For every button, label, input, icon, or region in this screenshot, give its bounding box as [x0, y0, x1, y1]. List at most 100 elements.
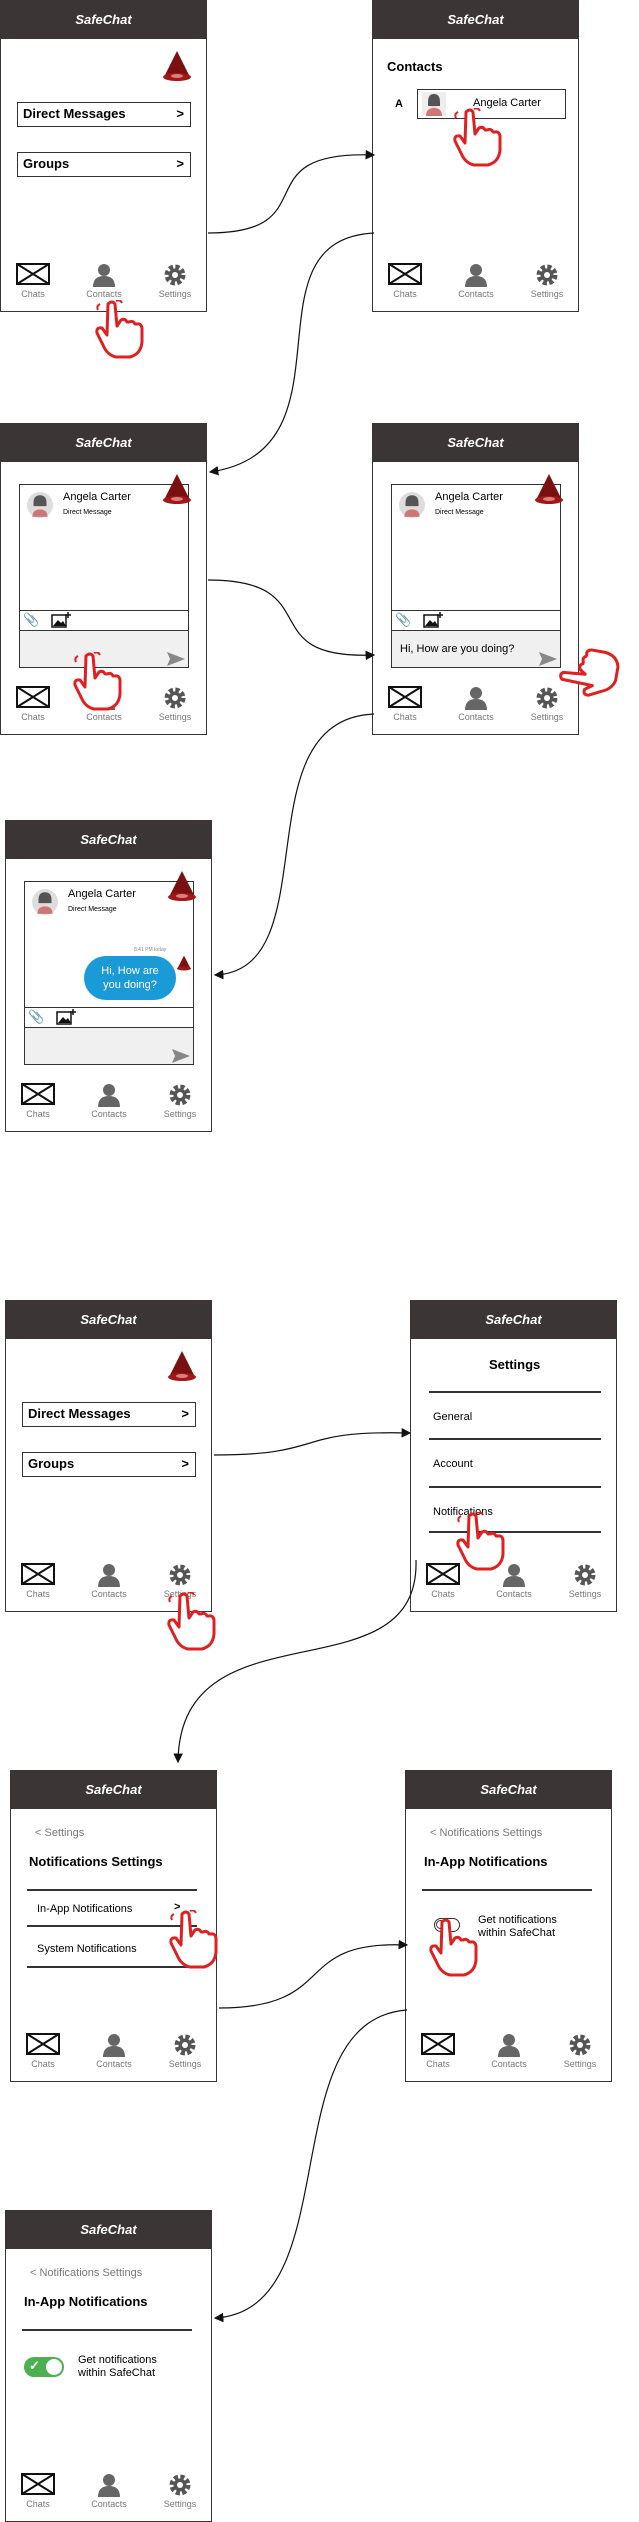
contacts-title: Contacts: [387, 59, 443, 74]
screen-home-settings: SafeChat Direct Messages > Groups > Chat…: [5, 1300, 212, 1612]
chat-contact-name: Angela Carter: [63, 491, 131, 503]
flow-arrow-notifications-to-inapp: [218, 1939, 409, 2009]
person-icon: [498, 2034, 520, 2057]
flow-arrow-inapp-to-toggled: [213, 2009, 408, 2323]
message-input[interactable]: [24, 1027, 194, 1065]
mail-icon: [16, 686, 50, 708]
toggle-label: Get notifications within SafeChat: [478, 1914, 557, 1939]
image-icon[interactable]: [51, 612, 71, 628]
attach-bar: [391, 610, 561, 629]
gear-icon: [169, 1084, 191, 1106]
mail-icon: [26, 2033, 60, 2055]
gear-icon: [574, 1564, 596, 1586]
groups-button[interactable]: Groups >: [17, 152, 191, 177]
flow-arrow-chat-to-typing: [207, 579, 376, 661]
groups-button[interactable]: Groups >: [22, 1452, 196, 1477]
image-icon[interactable]: [56, 1009, 76, 1025]
send-icon[interactable]: [539, 652, 557, 666]
send-icon[interactable]: [167, 652, 185, 666]
direct-messages-label: Direct Messages: [23, 106, 126, 121]
chat-contact-name: Angela Carter: [68, 888, 136, 900]
app-header: SafeChat: [11, 1771, 216, 1809]
bottom-nav: Chats Contacts Settings: [6, 1079, 211, 1121]
divider: [22, 2329, 192, 2331]
divider: [429, 1438, 601, 1440]
settings-item-account[interactable]: Account: [433, 1458, 473, 1470]
tap-hand-icon: [453, 108, 502, 167]
in-app-notifications-title: In-App Notifications: [424, 1854, 548, 1869]
person-icon: [98, 1084, 120, 1107]
contact-avatar-icon: [399, 492, 425, 518]
screen-chat-sent: SafeChat Angela Carter Direct Message 8:…: [5, 820, 212, 1132]
gear-icon: [174, 2034, 196, 2056]
settings-title: Settings: [489, 1357, 541, 1372]
back-link[interactable]: < Settings: [35, 1827, 84, 1839]
groups-label: Groups: [23, 156, 70, 171]
gear-icon: [164, 264, 186, 286]
chat-contact-name: Angela Carter: [435, 491, 503, 503]
message-timestamp: 8:41 PM today: [134, 947, 167, 953]
direct-messages-button[interactable]: Direct Messages >: [22, 1402, 196, 1427]
back-link[interactable]: < Notifications Settings: [30, 2267, 142, 2279]
avatar-icon: [163, 474, 191, 504]
bottom-nav: Chats Contacts Settings: [6, 2469, 211, 2511]
attach-bar: [19, 610, 189, 629]
in-app-notifications-title: In-App Notifications: [24, 2294, 148, 2309]
mail-icon: [388, 263, 422, 285]
person-icon: [98, 1564, 120, 1587]
contact-avatar-icon: [422, 92, 446, 116]
in-app-notifications-label: In-App Notifications: [37, 1903, 133, 1915]
attach-icon[interactable]: 📎: [395, 612, 411, 628]
notifications-settings-title: Notifications Settings: [29, 1854, 163, 1869]
person-icon: [465, 687, 487, 710]
flow-arrows: [173, 149, 417, 2323]
flow-arrow-home-to-contacts: [207, 149, 376, 234]
tap-hand-icon: [456, 1512, 505, 1571]
attach-icon[interactable]: 📎: [28, 1009, 44, 1025]
bottom-nav: Chats Contacts Settings: [373, 259, 578, 301]
gear-icon: [169, 1564, 191, 1586]
bottom-nav: Chats Contacts Settings: [1, 259, 206, 301]
send-icon[interactable]: [172, 1049, 190, 1063]
gear-icon: [536, 264, 558, 286]
tap-hand-icon: [167, 1592, 216, 1651]
check-icon: ✓: [29, 2358, 40, 2373]
sender-avatar-icon: [177, 955, 191, 971]
flow-arrow-home-to-settings: [213, 1427, 412, 1456]
app-header: SafeChat: [373, 424, 578, 462]
mail-icon: [21, 1563, 55, 1585]
divider: [429, 1391, 601, 1393]
direct-messages-button[interactable]: Direct Messages >: [17, 102, 191, 127]
direct-messages-label: Direct Messages: [28, 1406, 131, 1421]
tap-hand-icon: [169, 1910, 218, 1969]
chat-subtitle: Direct Message: [68, 906, 117, 913]
bottom-nav: Chats Contacts Settings: [11, 2029, 216, 2071]
mail-icon: [21, 1083, 55, 1105]
flow-arrow-settings-to-notifications: [173, 1559, 417, 1764]
image-icon[interactable]: [423, 612, 443, 628]
message-input[interactable]: Hi, How are you doing?: [391, 630, 561, 668]
gear-icon: [569, 2034, 591, 2056]
bottom-nav: Chats Contacts Settings: [406, 2029, 611, 2071]
system-notifications-item[interactable]: System Notifications: [37, 1943, 137, 1955]
screen-chat-typing: SafeChat Angela Carter Direct Message 📎 …: [372, 423, 579, 735]
chat-subtitle: Direct Message: [63, 509, 112, 516]
tap-hand-icon: [95, 300, 144, 359]
mail-icon: [388, 686, 422, 708]
mail-icon: [421, 2033, 455, 2055]
notifications-toggle[interactable]: ✓: [24, 2357, 64, 2377]
person-icon: [98, 2474, 120, 2497]
flow-arrow-typing-to-sent: [213, 713, 375, 980]
chevron-right-icon: >: [181, 1456, 189, 1471]
bottom-nav: Chats Contacts Settings: [411, 1559, 616, 1601]
index-letter: A: [395, 98, 403, 110]
attach-icon[interactable]: 📎: [23, 612, 39, 628]
sent-message-text: Hi, How are you doing?: [101, 965, 159, 991]
groups-label: Groups: [28, 1456, 75, 1471]
settings-item-general[interactable]: General: [433, 1411, 472, 1423]
gear-icon: [169, 2474, 191, 2496]
gear-icon: [164, 687, 186, 709]
flow-arrow-contacts-to-chat: [208, 232, 375, 476]
back-link[interactable]: < Notifications Settings: [430, 1827, 542, 1839]
app-header: SafeChat: [373, 1, 578, 39]
